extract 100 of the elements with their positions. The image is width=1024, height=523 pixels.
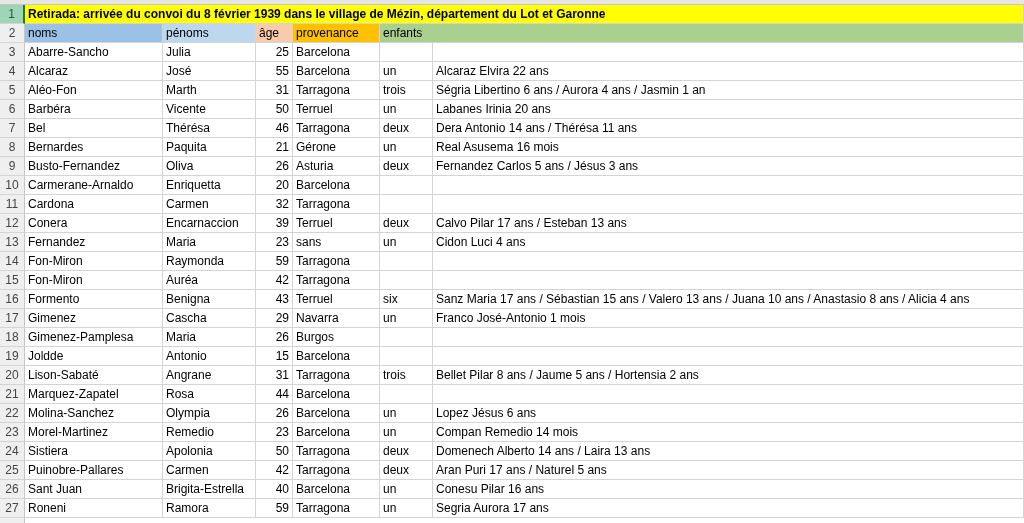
- title-cell: Retirada: arrivée du convoi du 8 février 1939 dans le village de Mézin, département du Lot et Garonne: [25, 5, 1024, 24]
- row-header[interactable]: 18: [0, 328, 25, 347]
- empty-cell: [380, 176, 433, 195]
- row-header[interactable]: 15: [0, 271, 25, 290]
- row-header[interactable]: 19: [0, 347, 25, 366]
- row-header[interactable]: 23: [0, 423, 25, 442]
- row-header[interactable]: 26: [0, 480, 25, 499]
- table-cell: 42: [256, 461, 293, 480]
- table-cell: Conera: [25, 214, 163, 233]
- row-header[interactable]: 17: [0, 309, 25, 328]
- empty-cell: [380, 195, 433, 214]
- table-cell: un: [380, 423, 433, 442]
- table-cell: Puinobre-Pallares: [25, 461, 163, 480]
- table-cell: Fon-Miron: [25, 252, 163, 271]
- table-cell: deux: [380, 157, 433, 176]
- table-cell: Compan Remedio 14 mois: [433, 423, 1024, 442]
- table-cell: Enriquetta: [163, 176, 256, 195]
- table-cell: Cidon Luci 4 ans: [433, 233, 1024, 252]
- table-cell: Burgos: [293, 328, 380, 347]
- empty-cell: [380, 385, 433, 404]
- row-header[interactable]: 27: [0, 499, 25, 518]
- table-cell: Vicente: [163, 100, 256, 119]
- table-cell: Formento: [25, 290, 163, 309]
- table-cell: 26: [256, 328, 293, 347]
- table-cell: 46: [256, 119, 293, 138]
- table-cell: 20: [256, 176, 293, 195]
- table-cell: Bernardes: [25, 138, 163, 157]
- table-cell: Barcelona: [293, 43, 380, 62]
- table-cell: Terruel: [293, 100, 380, 119]
- table-cell: Julia: [163, 43, 256, 62]
- table-cell: 59: [256, 499, 293, 518]
- row-header[interactable]: 10: [0, 176, 25, 195]
- table-cell: Barcelona: [293, 404, 380, 423]
- row-header[interactable]: 2: [0, 24, 25, 43]
- table-cell: Ségria Libertino 6 ans / Aurora 4 ans / Jasmin 1 an: [433, 81, 1024, 100]
- table-cell: Thérésa: [163, 119, 256, 138]
- table-cell: un: [380, 138, 433, 157]
- row-header[interactable]: 4: [0, 62, 25, 81]
- table-cell: un: [380, 499, 433, 518]
- row-header[interactable]: 21: [0, 385, 25, 404]
- table-cell: Brigita-Estrella: [163, 480, 256, 499]
- table-cell: 43: [256, 290, 293, 309]
- table-cell: Apolonia: [163, 442, 256, 461]
- table-cell: 40: [256, 480, 293, 499]
- table-cell: Segria Aurora 17 ans: [433, 499, 1024, 518]
- table-cell: Carmen: [163, 461, 256, 480]
- table-cell: deux: [380, 442, 433, 461]
- table-cell: Busto-Fernandez: [25, 157, 163, 176]
- table-cell: 31: [256, 81, 293, 100]
- row-header[interactable]: 5: [0, 81, 25, 100]
- column-heading: provenance: [293, 24, 380, 43]
- table-cell: Olympia: [163, 404, 256, 423]
- table-cell: Franco José-Antonio 1 mois: [433, 309, 1024, 328]
- table-cell: 23: [256, 423, 293, 442]
- table-cell: 42: [256, 271, 293, 290]
- row-header[interactable]: 24: [0, 442, 25, 461]
- row-header[interactable]: 8: [0, 138, 25, 157]
- table-cell: Auréa: [163, 271, 256, 290]
- table-cell: Abarre-Sancho: [25, 43, 163, 62]
- table-cell: Barcelona: [293, 347, 380, 366]
- row-header[interactable]: 13: [0, 233, 25, 252]
- table-cell: Tarragona: [293, 442, 380, 461]
- table-cell: trois: [380, 81, 433, 100]
- table-cell: un: [380, 309, 433, 328]
- row-header[interactable]: 25: [0, 461, 25, 480]
- row-header[interactable]: 1: [0, 5, 25, 24]
- table-cell: Gérone: [293, 138, 380, 157]
- row-header[interactable]: 7: [0, 119, 25, 138]
- row-header[interactable]: 12: [0, 214, 25, 233]
- table-cell: Barbéra: [25, 100, 163, 119]
- table-cell: 50: [256, 100, 293, 119]
- row-header[interactable]: 9: [0, 157, 25, 176]
- table-cell: Ramora: [163, 499, 256, 518]
- table-cell: Roneni: [25, 499, 163, 518]
- table-cell: Terruel: [293, 290, 380, 309]
- table-cell: Gimenez: [25, 309, 163, 328]
- table-cell: Bellet Pilar 8 ans / Jaume 5 ans / Hortensia 2 ans: [433, 366, 1024, 385]
- row-header[interactable]: 6: [0, 100, 25, 119]
- row-header[interactable]: 16: [0, 290, 25, 309]
- table-cell: Real Asusema 16 mois: [433, 138, 1024, 157]
- table-cell: 25: [256, 43, 293, 62]
- table-cell: Benigna: [163, 290, 256, 309]
- row-header[interactable]: 20: [0, 366, 25, 385]
- table-cell: Remedio: [163, 423, 256, 442]
- table-cell: un: [380, 233, 433, 252]
- table-cell: Aléo-Fon: [25, 81, 163, 100]
- table-cell: Tarragona: [293, 195, 380, 214]
- table-cell: Calvo Pilar 17 ans / Esteban 13 ans: [433, 214, 1024, 233]
- empty-cell: [380, 252, 433, 271]
- table-cell: Bel: [25, 119, 163, 138]
- row-header[interactable]: 3: [0, 43, 25, 62]
- table-cell: Barcelona: [293, 176, 380, 195]
- row-header[interactable]: 14: [0, 252, 25, 271]
- table-cell: Alcaraz Elvira 22 ans: [433, 62, 1024, 81]
- table-cell: Rosa: [163, 385, 256, 404]
- row-header[interactable]: 11: [0, 195, 25, 214]
- table-cell: Terruel: [293, 214, 380, 233]
- table-cell: Paquita: [163, 138, 256, 157]
- table-cell: Carmen: [163, 195, 256, 214]
- row-header[interactable]: 22: [0, 404, 25, 423]
